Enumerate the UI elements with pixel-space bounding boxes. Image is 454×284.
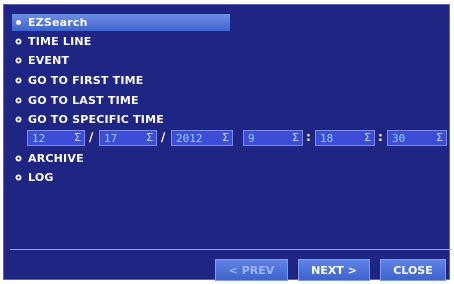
bullet-icon: [15, 38, 22, 45]
search-panel: EZSearch TIME LINE EVENT GO TO FIRST TIM…: [3, 4, 451, 281]
menu-item-label: EVENT: [28, 54, 70, 67]
close-button[interactable]: CLOSE: [380, 259, 446, 281]
year-spinner[interactable]: 2012 Σ: [171, 130, 233, 146]
hour-spinner[interactable]: 9 Σ: [243, 130, 303, 146]
day-spinner[interactable]: 17 Σ: [99, 130, 157, 146]
menu-item-log[interactable]: LOG: [12, 169, 232, 186]
month-spinner[interactable]: 12 Σ: [27, 130, 85, 146]
spin-icon[interactable]: Σ: [364, 131, 371, 144]
next-button[interactable]: NEXT >: [298, 259, 370, 281]
bullet-icon: [15, 155, 22, 162]
spin-icon[interactable]: Σ: [436, 131, 443, 144]
menu-item-go-to-first-time[interactable]: GO TO FIRST TIME: [12, 72, 232, 89]
minute-value: 18: [320, 132, 334, 145]
menu-item-label: GO TO SPECIFIC TIME: [28, 113, 164, 126]
second-value: 30: [392, 132, 406, 145]
date-separator: /: [161, 130, 166, 144]
spin-icon[interactable]: Σ: [292, 131, 299, 144]
menu-item-label: ARCHIVE: [28, 152, 84, 165]
menu-item-go-to-last-time[interactable]: GO TO LAST TIME: [12, 92, 232, 109]
bullet-icon: [15, 97, 22, 104]
bullet-icon: [15, 57, 22, 64]
menu-item-event[interactable]: EVENT: [12, 52, 232, 69]
prev-button[interactable]: < PREV: [215, 259, 288, 281]
menu-item-label: GO TO LAST TIME: [28, 94, 139, 107]
menu-item-time-line[interactable]: TIME LINE: [12, 33, 232, 50]
menu-item-label: TIME LINE: [28, 35, 92, 48]
divider: [10, 249, 451, 250]
spin-icon[interactable]: Σ: [146, 131, 153, 144]
spin-icon[interactable]: Σ: [222, 131, 229, 144]
menu-item-label: LOG: [28, 171, 54, 184]
day-value: 17: [104, 132, 118, 145]
menu-item-archive[interactable]: ARCHIVE: [12, 150, 232, 167]
year-value: 2012: [176, 132, 203, 145]
month-value: 12: [32, 132, 46, 145]
time-separator: :: [306, 130, 311, 144]
menu-item-label: GO TO FIRST TIME: [28, 74, 144, 87]
bullet-icon: [15, 19, 22, 26]
bullet-icon: [15, 174, 22, 181]
spin-icon[interactable]: Σ: [74, 131, 81, 144]
bullet-icon: [15, 77, 22, 84]
second-spinner[interactable]: 30 Σ: [387, 130, 447, 146]
menu-item-label: EZSearch: [28, 16, 88, 29]
bullet-icon: [15, 116, 22, 123]
menu-item-ezsearch[interactable]: EZSearch: [12, 14, 230, 31]
date-separator: /: [89, 130, 94, 144]
minute-spinner[interactable]: 18 Σ: [315, 130, 375, 146]
time-separator: :: [378, 130, 383, 144]
hour-value: 9: [248, 132, 255, 145]
menu-item-go-to-specific-time[interactable]: GO TO SPECIFIC TIME: [12, 111, 232, 128]
